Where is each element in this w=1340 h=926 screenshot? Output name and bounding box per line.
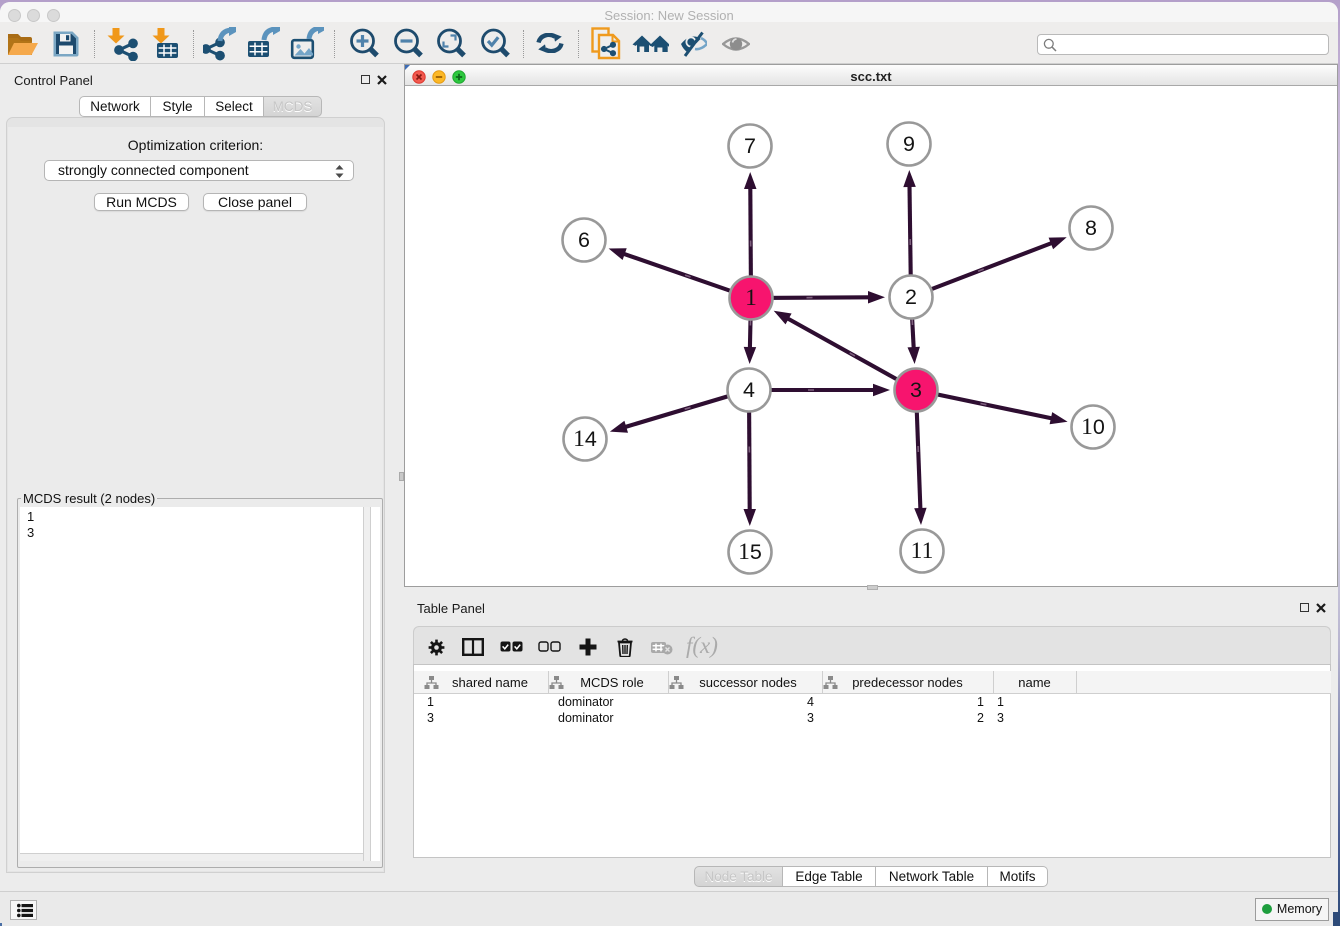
svg-text:2: 2 <box>905 285 917 309</box>
svg-text:6: 6 <box>578 228 590 252</box>
svg-text:4: 4 <box>743 378 755 402</box>
svg-text:8: 8 <box>1085 216 1097 240</box>
svg-text:15: 15 <box>738 539 762 565</box>
svg-text:7: 7 <box>744 134 756 158</box>
svg-text:11: 11 <box>911 538 934 564</box>
svg-text:1: 1 <box>745 285 757 311</box>
svg-text:10: 10 <box>1081 414 1105 440</box>
svg-text:14: 14 <box>573 426 597 452</box>
svg-text:3: 3 <box>910 378 922 402</box>
svg-text:9: 9 <box>903 132 915 156</box>
